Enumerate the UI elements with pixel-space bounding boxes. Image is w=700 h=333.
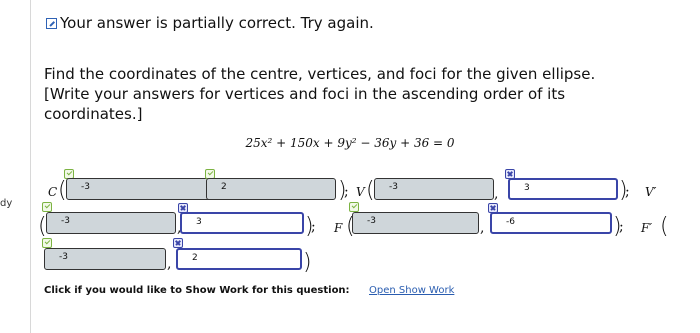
checkbox-edit-icon [46,17,57,29]
incorrect-mark-icon [173,238,183,248]
focus2-label: F′ [641,221,653,235]
correct-mark-icon [42,238,52,248]
close-paren: ) [303,250,312,275]
separator: ; [311,219,316,235]
focus2-x-input[interactable]: -3 [44,248,166,270]
separator: ; [619,219,624,235]
comma: , [167,256,172,272]
correct-mark-icon [42,202,52,212]
focus2-y-input[interactable]: 2 [176,248,302,270]
vertex2-y-input[interactable]: 3 [180,212,304,234]
comma: , [494,186,499,202]
correct-mark-icon [349,202,359,212]
vertex2-label: V′ [645,185,657,199]
vertex1-x-input[interactable]: -3 [374,178,494,200]
separator: ; [344,184,349,200]
vertex2-x-input[interactable]: -3 [46,212,176,234]
vertex1-y-input[interactable]: 3 [508,178,618,200]
question-text: Find the coordinates of the centre, vert… [44,64,644,124]
open-paren: ( [660,214,669,239]
vertex1-label: V [356,185,365,199]
separator: ; [625,184,630,200]
centre-y-input[interactable]: 2 [206,178,336,200]
open-show-work-link[interactable]: Open Show Work [369,285,454,296]
question-line-2: [Write your answers for vertices and foc… [44,85,566,103]
question-frame [30,0,700,333]
focus1-label: F [334,221,343,235]
question-line-1: Find the coordinates of the centre, vert… [44,65,596,83]
question-line-3: coordinates.] [44,105,143,123]
side-text-fragment: dy [0,198,13,209]
status-message: Your answer is partially correct. Try ag… [46,14,374,32]
focus1-x-input[interactable]: -3 [352,212,479,234]
ellipse-equation: 25x² + 150x + 9y² − 36y + 36 = 0 [245,136,455,150]
status-text: Your answer is partially correct. Try ag… [60,14,374,32]
centre-label: C [48,185,58,199]
show-work-prompt: Click if you would like to Show Work for… [44,285,350,296]
centre-x-input[interactable]: -3 [66,178,218,200]
focus1-y-input[interactable]: -6 [490,212,612,234]
comma: , [480,220,485,236]
